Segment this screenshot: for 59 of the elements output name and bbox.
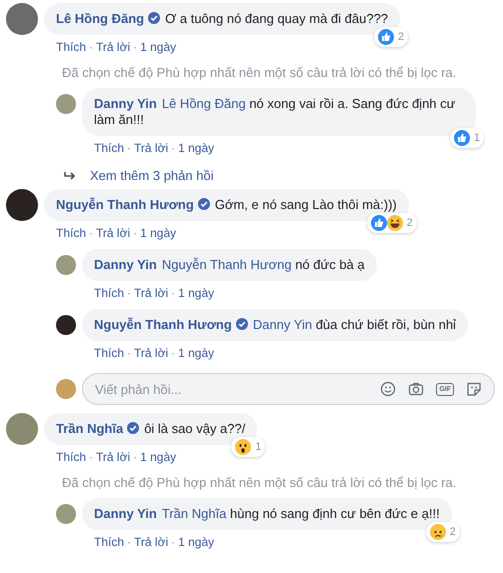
author-name[interactable]: Nguyễn Thanh Hương: [94, 317, 232, 332]
timestamp[interactable]: 1 ngày: [178, 286, 214, 300]
author-name[interactable]: Nguyễn Thanh Hương: [56, 197, 194, 212]
comment-text: Trần Nghĩa ôi là sao vậy a??/: [56, 421, 246, 436]
more-replies-link[interactable]: Xem thêm 3 phản hồi: [90, 168, 214, 183]
reply-text: Nguyễn Thanh Hương Danny Yin đùa chứ biết rồi, bùn nhỉ: [94, 317, 456, 332]
separator-dot: ·: [127, 286, 132, 300]
author-name[interactable]: Danny Yin: [94, 96, 157, 111]
camera-icon[interactable]: [408, 381, 424, 397]
comment-text: Nguyễn Thanh Hương Gớm, e nó sang Lào thôi mà:))): [56, 197, 397, 212]
separator-dot: ·: [127, 141, 132, 155]
action-link[interactable]: Thích: [94, 141, 124, 155]
reply-text: Danny Yin Nguyễn Thanh Hương nó đức bà ạ: [94, 257, 365, 272]
separator-dot: ·: [171, 535, 176, 549]
avatar[interactable]: [56, 315, 76, 335]
avatar: [56, 379, 76, 399]
separator-dot: ·: [127, 535, 132, 549]
separator-dot: ·: [133, 226, 138, 240]
separator-dot: ·: [89, 450, 94, 464]
action-link[interactable]: Thích: [94, 346, 124, 360]
timestamp[interactable]: 1 ngày: [140, 226, 176, 240]
action-link[interactable]: Thích: [56, 450, 86, 464]
author-name[interactable]: Danny Yin: [94, 257, 157, 272]
timestamp[interactable]: 1 ngày: [140, 450, 176, 464]
author-name[interactable]: Trần Nghĩa: [56, 421, 124, 436]
action-link[interactable]: Thích: [94, 286, 124, 300]
separator-dot: ·: [133, 40, 138, 54]
comment-text: Lê Hồng Đăng Ơ a tuông nó đang quay mà đi đâu???: [56, 11, 388, 26]
separator-dot: ·: [133, 450, 138, 464]
separator-dot: ·: [171, 346, 176, 360]
action-link[interactable]: Thích: [56, 40, 86, 54]
timestamp[interactable]: 1 ngày: [178, 141, 214, 155]
filter-note: Đã chọn chế độ Phù hợp nhất nên một số câu trả lời có thể bị lọc ra.: [62, 475, 458, 490]
action-link[interactable]: Trả lời: [134, 141, 168, 155]
timestamp[interactable]: 1 ngày: [140, 40, 176, 54]
action-link[interactable]: Trả lời: [96, 226, 130, 240]
author-name[interactable]: Danny Yin: [94, 506, 157, 521]
timestamp[interactable]: 1 ngày: [178, 346, 214, 360]
separator-dot: ·: [127, 346, 132, 360]
action-link[interactable]: Trả lời: [134, 346, 168, 360]
emoji-icon[interactable]: [380, 381, 396, 397]
separator-dot: ·: [171, 141, 176, 155]
reply-arrow-icon: [64, 170, 76, 180]
action-link[interactable]: Trả lời: [134, 535, 168, 549]
timestamp[interactable]: 1 ngày: [178, 535, 214, 549]
action-link[interactable]: Trả lời: [96, 40, 130, 54]
author-name[interactable]: Lê Hồng Đăng: [56, 11, 144, 26]
separator-dot: ·: [89, 226, 94, 240]
action-link[interactable]: Trả lời: [134, 286, 168, 300]
action-link[interactable]: Thích: [94, 535, 124, 549]
filter-note: Đã chọn chế độ Phù hợp nhất nên một số câu trả lời có thể bị lọc ra.: [62, 65, 458, 80]
action-link[interactable]: Trả lời: [96, 450, 130, 464]
reply-text: Danny Yin Lê Hồng Đăng nó xong vai rồi a. Sang đức định cư làm ăn!!!: [94, 96, 456, 127]
separator-dot: ·: [171, 286, 176, 300]
avatar[interactable]: [6, 189, 38, 221]
sticker-icon[interactable]: [466, 381, 482, 397]
separator-dot: ·: [89, 40, 94, 54]
action-link[interactable]: Thích: [56, 226, 86, 240]
reply-text: Danny Yin Trần Nghĩa hùng nó sang định cư bên đức e ạ!!!: [94, 506, 440, 521]
